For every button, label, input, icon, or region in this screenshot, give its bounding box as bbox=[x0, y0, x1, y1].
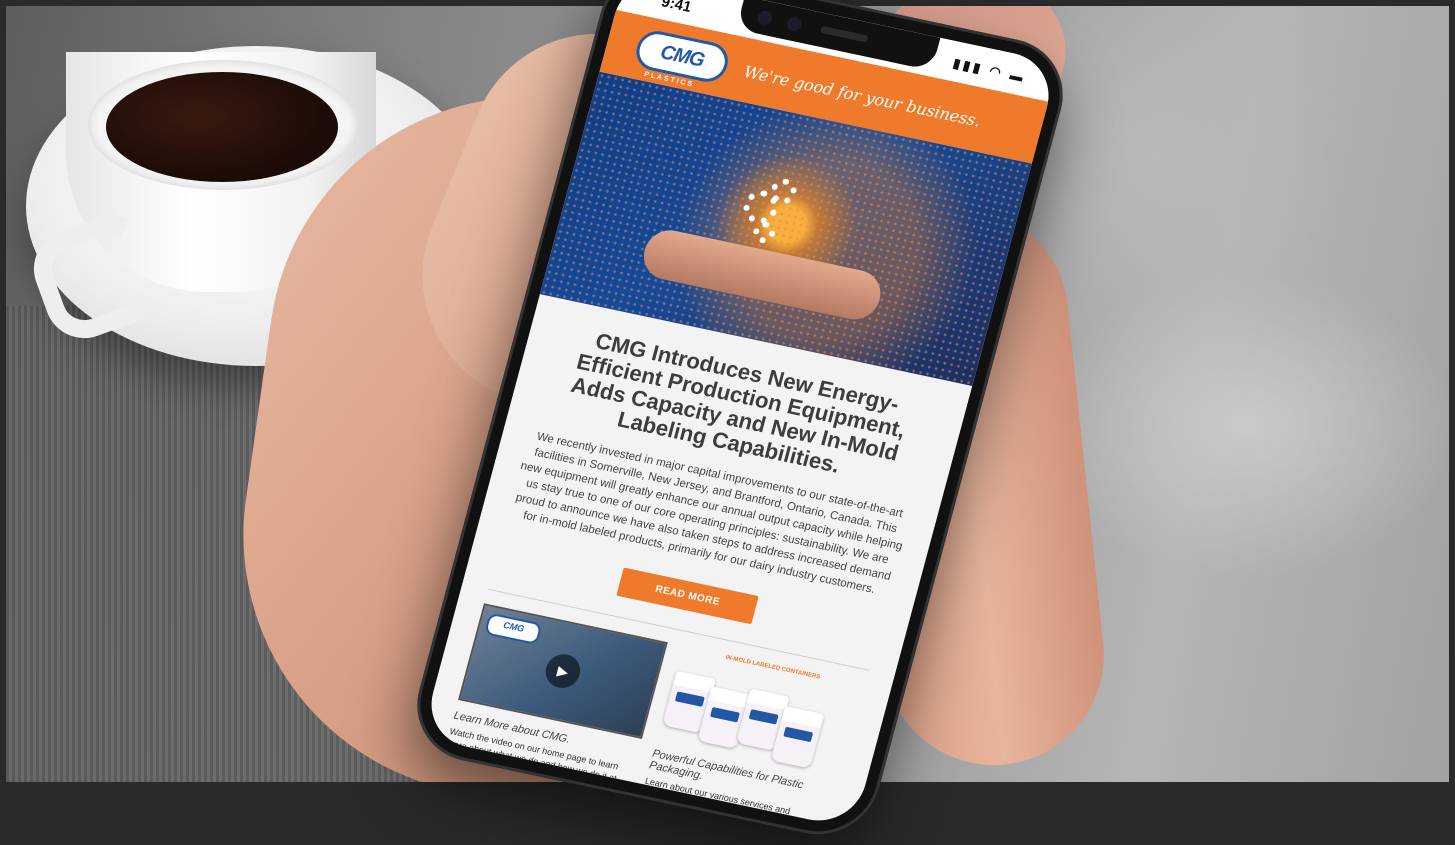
battery-icon: ▬ bbox=[1008, 67, 1028, 86]
wifi-icon: ◠ bbox=[987, 62, 1006, 81]
status-icons: ▮▮▮ ◠ ▬ bbox=[951, 55, 1028, 86]
sensor-icon bbox=[785, 15, 803, 33]
coffee bbox=[106, 72, 338, 182]
camera-icon bbox=[756, 9, 774, 27]
logo-text: CMG bbox=[658, 40, 707, 72]
signal-icon: ▮▮▮ bbox=[951, 55, 986, 77]
services-column: IN-MOLD LABELED CONTAINERS Powerful Capa… bbox=[640, 645, 866, 829]
speaker-grille bbox=[819, 25, 869, 43]
play-icon[interactable]: ▶ bbox=[541, 651, 584, 692]
feature-columns: CMG ▶ Learn More about CMG. Watch the vi… bbox=[442, 603, 865, 829]
video-logo: CMG bbox=[483, 612, 543, 646]
status-time: 9:41 bbox=[659, 0, 694, 16]
read-more-button[interactable]: READ MORE bbox=[616, 567, 759, 625]
